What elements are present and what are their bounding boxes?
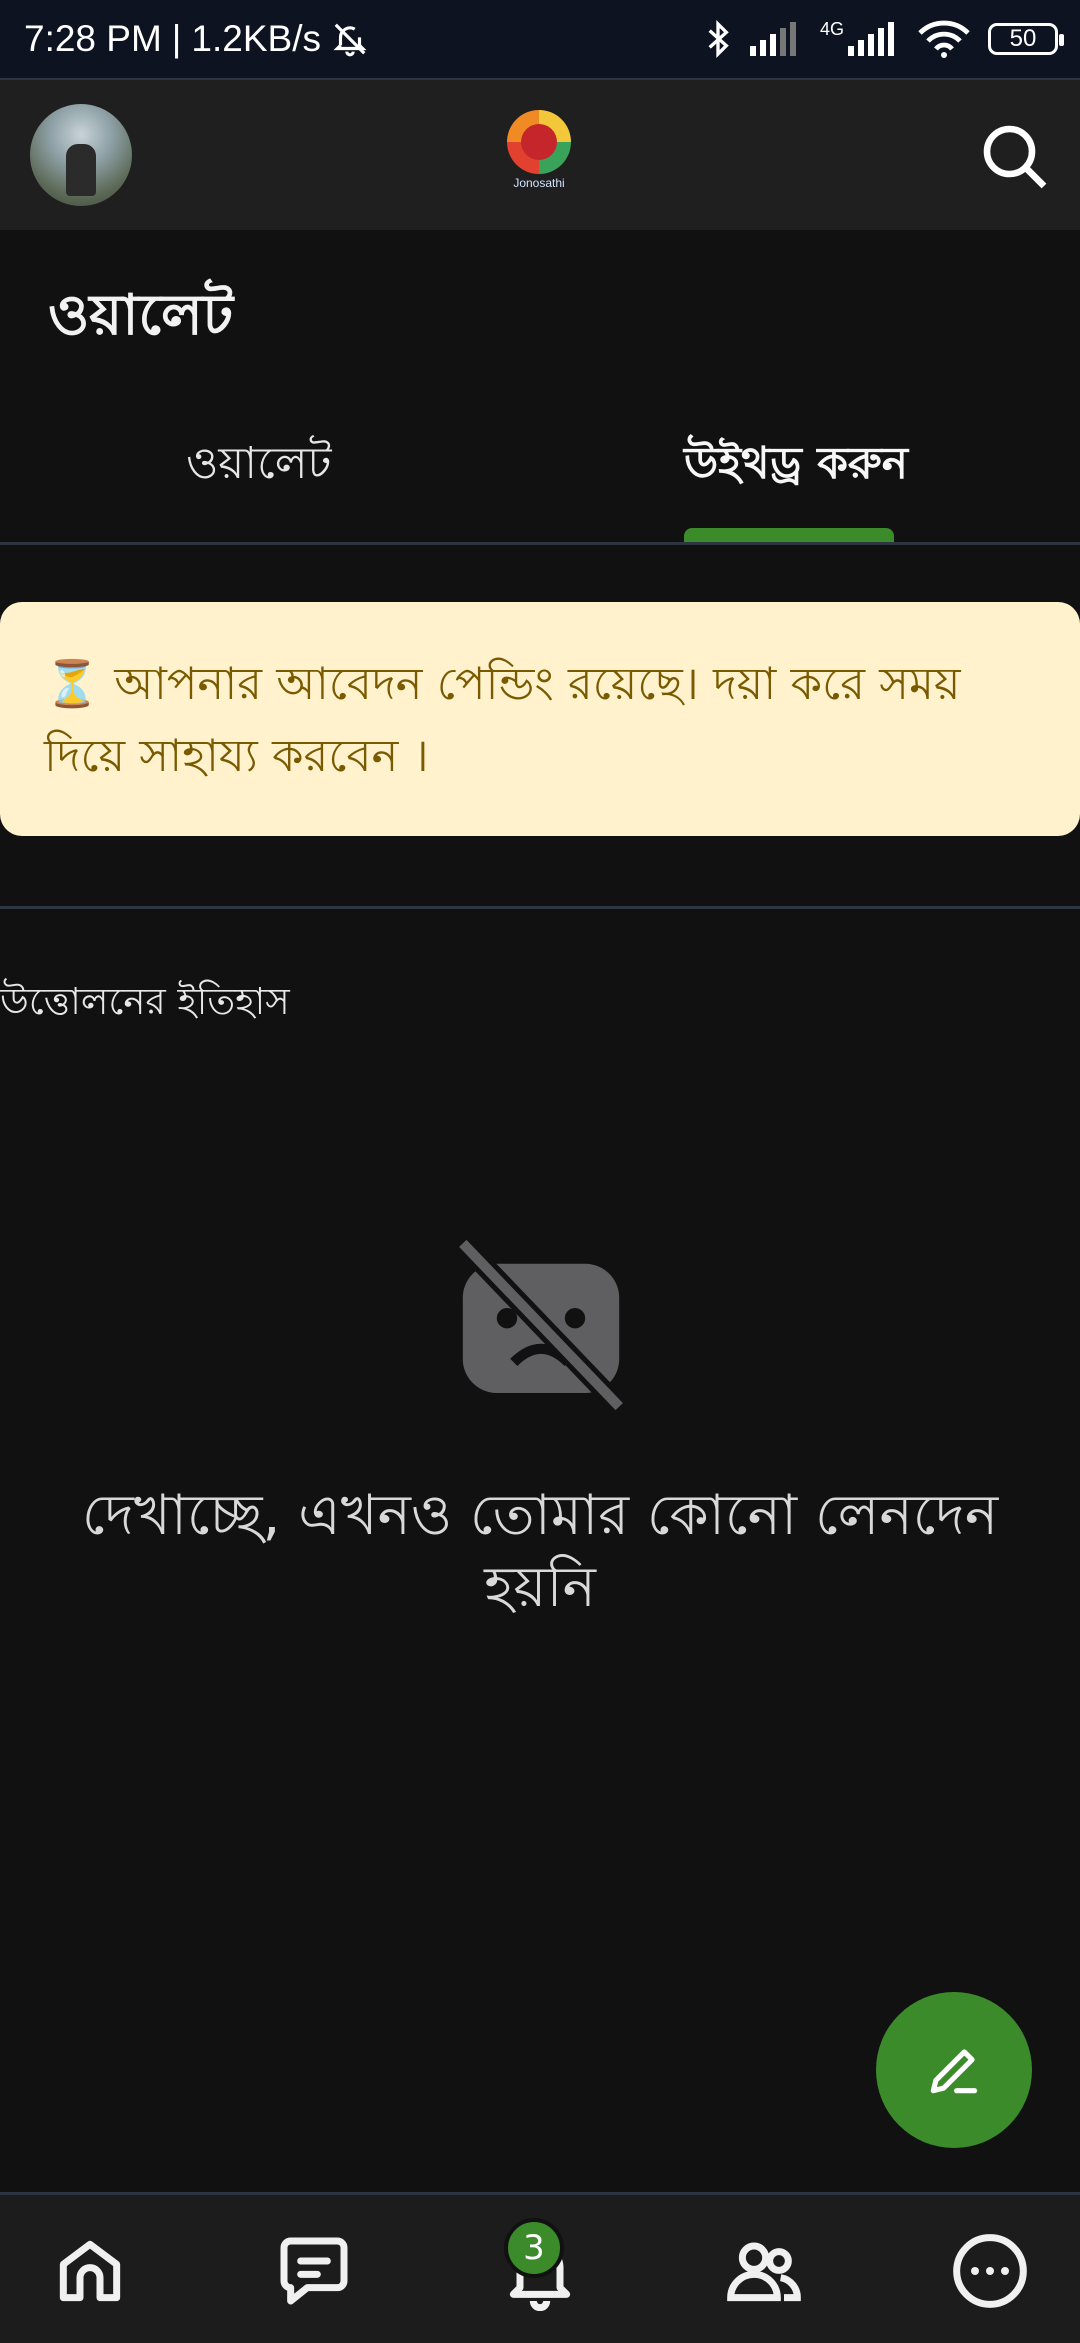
app-logo[interactable]: Jonosathi (500, 110, 578, 200)
friends-icon[interactable] (724, 2231, 804, 2311)
tab-bar: ওয়ালেট উইথড্র করুন (0, 400, 1080, 545)
logo-text: Jonosathi (513, 176, 565, 190)
more-icon[interactable] (950, 2231, 1030, 2311)
status-speed: 1.2KB/s (191, 18, 321, 59)
search-icon[interactable] (978, 120, 1050, 192)
app-bar: Jonosathi (0, 78, 1080, 230)
tab-wallet[interactable]: ওয়ালেট (186, 430, 332, 503)
status-left: 7:28 PM | 1.2KB/s (24, 18, 369, 60)
status-right: 4G 50 (704, 18, 1064, 59)
battery-indicator: 50 (988, 23, 1064, 55)
bell-off-icon (333, 23, 367, 57)
empty-state-message: দেখাচ্ছে, এখনও তোমার কোনো লেনদেন হয়নি (81, 1483, 999, 1620)
messages-icon[interactable] (274, 2231, 354, 2311)
wifi-icon (918, 20, 970, 58)
compose-button[interactable] (876, 1992, 1032, 2148)
section-divider (0, 906, 1080, 909)
avatar[interactable] (30, 104, 132, 206)
pencil-icon (930, 2049, 978, 2094)
signal-icon-2 (848, 22, 894, 56)
pending-notice-text: আপনার আবেদন পেন্ডিং রয়েছে। দয়া করে সময… (44, 657, 961, 782)
status-separator: | (171, 18, 182, 59)
active-tab-indicator (684, 528, 894, 542)
pending-notice: ⏳ আপনার আবেদন পেন্ডিং রয়েছে। দয়া করে স… (0, 602, 1080, 836)
network-type: 4G (819, 18, 844, 39)
home-icon[interactable] (50, 2231, 130, 2311)
no-transactions-icon (456, 1240, 626, 1410)
withdraw-history-label: উত্তোলনের ইতিহাস (0, 980, 290, 1023)
signal-icon (749, 22, 796, 56)
status-bar: 7:28 PM | 1.2KB/s 4G 50 (0, 0, 1080, 78)
battery-level: 50 (1009, 25, 1037, 52)
page-title: ওয়ালেট (48, 283, 234, 348)
hourglass-icon: ⏳ (44, 657, 101, 710)
bluetooth-icon (708, 19, 729, 59)
logo-mark (507, 110, 571, 174)
notification-badge: 3 (504, 2218, 564, 2278)
status-time: 7:28 PM (24, 18, 162, 59)
tab-withdraw[interactable]: উইথড্র করুন (684, 430, 908, 503)
